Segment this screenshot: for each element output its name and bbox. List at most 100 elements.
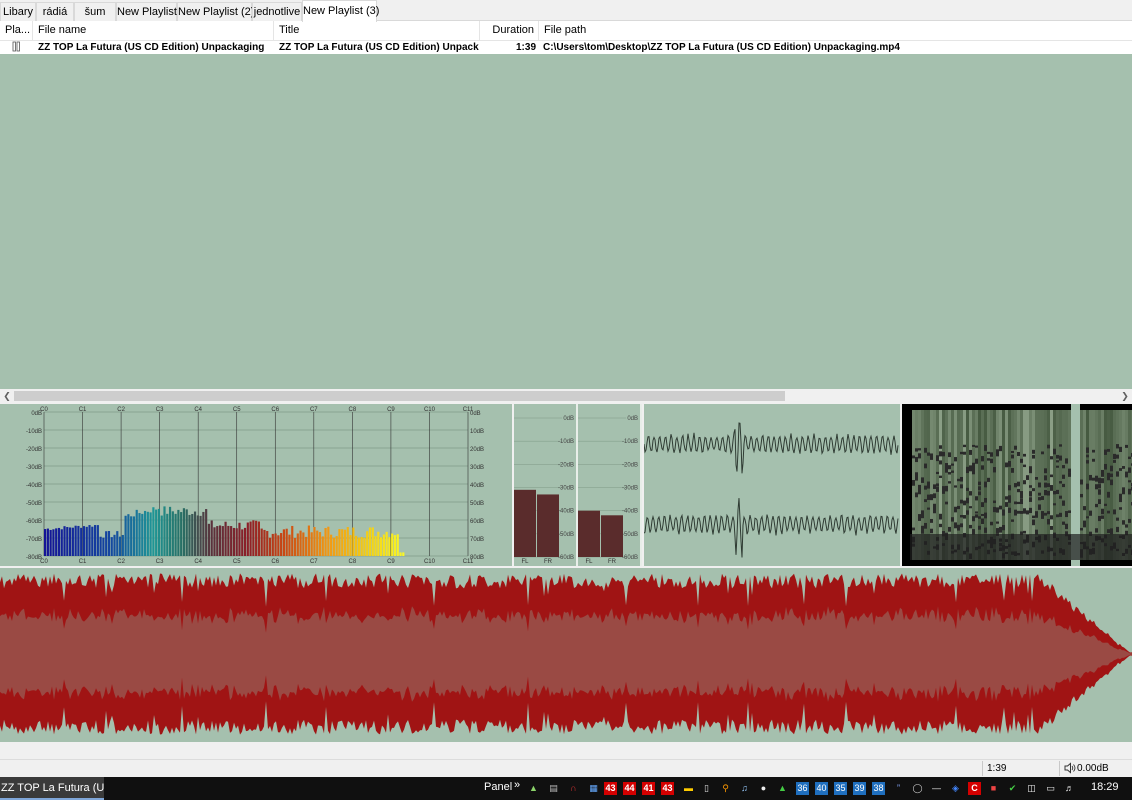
spectrogram-band xyxy=(1050,485,1053,491)
peak-db-label: -60dB xyxy=(558,555,574,561)
spectrum-bar xyxy=(263,529,266,556)
peak-meter-bar xyxy=(578,510,600,557)
circle-icon[interactable]: ◯ xyxy=(911,782,924,795)
spectrogram-band xyxy=(1026,510,1029,515)
spectrogram-band xyxy=(1098,499,1101,504)
network-icon[interactable]: ◫ xyxy=(1025,782,1038,795)
spectrogram-band xyxy=(996,528,999,534)
chevron-right-icon[interactable]: » xyxy=(514,779,520,791)
magnet-icon[interactable]: ∩ xyxy=(567,782,580,795)
spectrogram-band xyxy=(1128,456,1131,460)
folder-icon[interactable]: ▬ xyxy=(682,782,695,795)
cpu-temp-badge[interactable]: 41 xyxy=(642,782,655,795)
spectrogram-band xyxy=(1059,481,1062,484)
spectrogram-band xyxy=(1062,521,1065,525)
tab-jednotlive[interactable]: jednotlive xyxy=(252,2,302,21)
monitor-icon[interactable]: ▭ xyxy=(1044,782,1057,795)
spectrogram-band xyxy=(918,488,921,495)
spectrogram-band xyxy=(975,445,978,448)
spectrogram-band xyxy=(912,527,915,531)
app-red-icon[interactable]: ■ xyxy=(987,782,1000,795)
spectrum-db-label: -20dB xyxy=(26,447,42,453)
taskbar-app-button[interactable]: ZZ TOP La Futura (US ... xyxy=(0,777,104,800)
spectrogram[interactable] xyxy=(902,404,1132,566)
grid-icon[interactable]: ▦ xyxy=(587,782,600,795)
spectrogram-band xyxy=(1125,531,1128,535)
spectrogram-band xyxy=(987,478,990,482)
spectrogram-band xyxy=(960,476,963,482)
spectrum-bar xyxy=(46,528,49,556)
status-separator xyxy=(1059,761,1060,776)
tab-sum[interactable]: šum xyxy=(74,2,116,21)
column-file-path[interactable]: File path xyxy=(539,21,1132,41)
waveform-seekbar[interactable] xyxy=(0,568,1132,742)
cpu-temp-badge[interactable]: 44 xyxy=(623,782,636,795)
shield-icon[interactable]: ◈ xyxy=(949,782,962,795)
scroll-left-icon[interactable]: ❮ xyxy=(0,389,14,403)
spectrogram-band xyxy=(972,444,975,447)
column-duration[interactable]: Duration xyxy=(480,21,539,41)
table-row[interactable]: ZZ TOP La Futura (US CD Edition) Unpacka… xyxy=(0,41,1132,54)
spectrogram-band xyxy=(1122,466,1125,469)
spectrogram-band xyxy=(954,485,957,488)
horizontal-scrollbar[interactable]: ❮ ❯ xyxy=(0,389,1132,403)
spectrogram-band xyxy=(921,514,924,519)
gpu-temp-badge[interactable]: 40 xyxy=(815,782,828,795)
spectrogram-band xyxy=(1065,523,1068,530)
tab-radia[interactable]: rádiá xyxy=(36,2,74,21)
taskbar-clock[interactable]: 18:29 xyxy=(1091,781,1119,793)
music-note-icon[interactable]: ♫ xyxy=(738,782,751,795)
spectrogram-low-band xyxy=(910,534,1132,560)
volume-icon[interactable]: ♬ xyxy=(1063,782,1076,795)
usb-icon[interactable]: ▯ xyxy=(700,782,713,795)
spectrogram-band xyxy=(951,517,954,522)
tab-new-playlist-2[interactable]: New Playlist (2) xyxy=(177,2,254,21)
spectrogram-band xyxy=(1107,510,1110,514)
dash-icon[interactable]: — xyxy=(930,782,943,795)
gpu-temp-badge[interactable]: 39 xyxy=(853,782,866,795)
network-activity-icon[interactable]: ▲ xyxy=(776,782,789,795)
column-playing[interactable]: Pla... xyxy=(0,21,33,41)
gpu-temp-badge[interactable]: 36 xyxy=(796,782,809,795)
speaker-icon[interactable] xyxy=(1064,762,1076,774)
gpu-temp-badge[interactable]: 38 xyxy=(872,782,885,795)
spectrogram-band xyxy=(1047,518,1050,525)
nvidia-icon[interactable]: ▲ xyxy=(527,782,540,795)
tab-new-playlist[interactable]: New Playlist xyxy=(116,2,177,21)
taskbar-panel-label[interactable]: Panel xyxy=(484,781,512,793)
spectrogram-band xyxy=(1104,503,1107,506)
cpu-temp-badge[interactable]: 43 xyxy=(604,782,617,795)
tab-new-playlist-3[interactable]: New Playlist (3) xyxy=(302,0,379,22)
scroll-right-icon[interactable]: ❯ xyxy=(1118,389,1132,403)
spectrum-bar xyxy=(93,525,97,556)
spectrum-bar xyxy=(218,525,222,556)
quote-icon[interactable]: ” xyxy=(892,782,905,795)
spectrum-note-label-bottom: C9 xyxy=(387,559,395,565)
scrollbar-thumb[interactable] xyxy=(14,391,785,401)
search-icon[interactable]: ⚲ xyxy=(719,782,732,795)
spectrogram-band xyxy=(1032,515,1035,519)
column-file-name[interactable]: File name xyxy=(33,21,274,41)
spectrogram-band xyxy=(996,521,999,524)
spectrogram-band xyxy=(981,465,984,470)
spectrum-note-label-top: C5 xyxy=(233,407,241,413)
cpu-temp-badge[interactable]: 43 xyxy=(661,782,674,795)
oscilloscope[interactable] xyxy=(644,404,900,566)
spectrogram-band xyxy=(1032,449,1035,454)
gpu-temp-badge[interactable]: 35 xyxy=(834,782,847,795)
spectrum-bar xyxy=(155,509,158,556)
spectrum-bar xyxy=(68,527,72,556)
cell-title: ZZ TOP La Futura (US CD Edition) Unpacka… xyxy=(279,42,479,53)
playlist-empty-area[interactable] xyxy=(0,54,1132,389)
peak-meter[interactable]: 0dB -10dB -20dB -30dB -40dB -50dB -60dB FL FR 0dB… xyxy=(514,404,642,566)
ccleaner-icon[interactable]: C xyxy=(968,782,981,795)
spectrogram-gap xyxy=(902,404,910,566)
column-title[interactable]: Title xyxy=(274,21,480,41)
peak-meter-bar xyxy=(514,489,536,557)
check-icon[interactable]: ✔ xyxy=(1006,782,1019,795)
chat-icon[interactable]: ● xyxy=(757,782,770,795)
tab-libary[interactable]: Libary xyxy=(0,2,36,21)
spectrum-analyzer[interactable]: 0dB 0dB -10dB 10dB -20dB 20dB -30dB 30dB -40dB 40… xyxy=(0,404,512,566)
monitor-icon[interactable]: ▤ xyxy=(547,782,560,795)
status-volume[interactable]: 0.00dB xyxy=(1077,762,1109,776)
